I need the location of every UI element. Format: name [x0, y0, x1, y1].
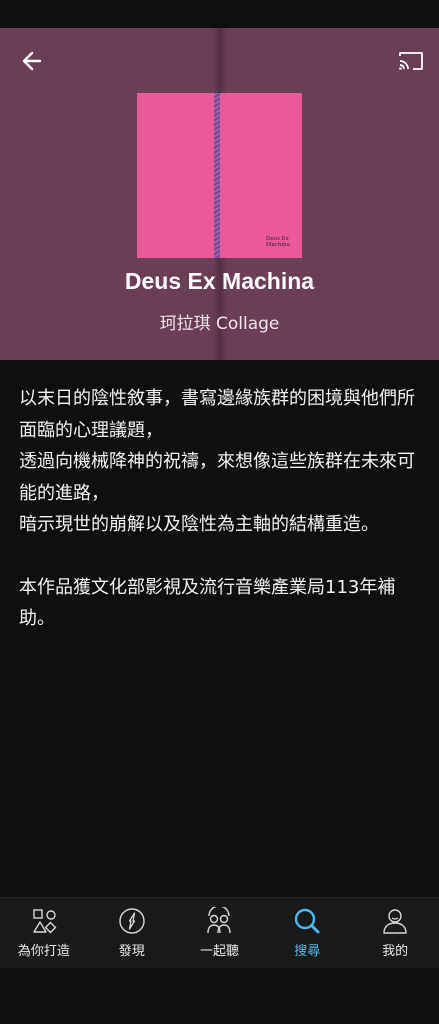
album-cover-text: Deus Ex Machina [266, 236, 290, 248]
status-bar [0, 0, 439, 28]
album-description: 以末日的陰性敘事，書寫邊緣族群的困境與他們所面臨的心理議題， 透過向機械降神的祝… [19, 383, 424, 635]
bottom-navigation: 為你打造 發現 一起聽 搜尋 我的 [0, 897, 439, 968]
arrow-left-icon [22, 51, 42, 71]
nav-item-label: 為你打造 [17, 944, 70, 959]
album-cover-text-line: Machina [265, 242, 290, 248]
album-header: Deus Ex Machina Deus Ex Machina 珂拉琪 Coll… [0, 28, 439, 360]
back-button[interactable] [14, 46, 50, 76]
listen-together-icon [207, 907, 232, 934]
nav-item-discover[interactable]: 發現 [88, 898, 176, 968]
description-line: 暗示現世的崩解以及陰性為主軸的結構重造。 [19, 514, 379, 535]
description-line: 以末日的陰性敘事，書寫邊緣族群的困境與他們所面臨的心理議題， [19, 388, 415, 441]
system-navigation-area [0, 968, 439, 1024]
album-cover-spine [214, 93, 220, 258]
album-cover: Deus Ex Machina [137, 93, 302, 258]
compass-icon [118, 908, 145, 934]
nav-item-search[interactable]: 搜尋 [263, 898, 351, 968]
profile-icon [383, 909, 407, 934]
nav-item-made-for-you[interactable]: 為你打造 [0, 898, 88, 968]
nav-item-mine[interactable]: 我的 [351, 898, 439, 968]
description-line: 透過向機械降神的祝禱，來想像這些族群在未來可能的進路， [19, 451, 415, 504]
made-for-you-icon [33, 909, 57, 934]
search-icon [295, 908, 320, 934]
description-line: 本作品獲文化部影視及流行音樂產業局113年補助。 [19, 576, 396, 630]
nav-item-label: 我的 [382, 944, 409, 959]
nav-item-label: 發現 [118, 944, 145, 959]
nav-item-label: 搜尋 [294, 944, 321, 959]
album-title: Deus Ex Machina [124, 268, 315, 294]
cast-button[interactable] [393, 46, 429, 76]
cast-icon [399, 52, 423, 70]
album-artist[interactable]: 珂拉琪 Collage [0, 309, 439, 334]
nav-item-listen-together[interactable]: 一起聽 [176, 898, 264, 968]
nav-item-label: 一起聽 [199, 944, 239, 959]
